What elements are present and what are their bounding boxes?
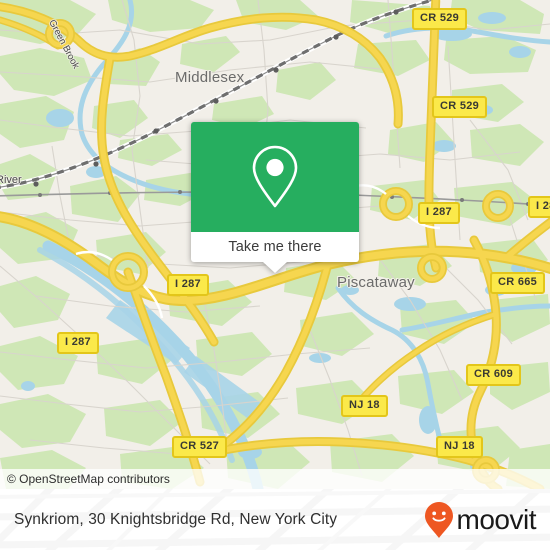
footer-content: Synkriom, 30 Knightsbridge Rd, New York … <box>0 489 550 550</box>
moovit-brand[interactable]: moovit <box>424 501 537 539</box>
map-screenshot: Middlesex Piscataway Green Brook River C… <box>0 0 550 550</box>
route-shield-i-287-left[interactable]: I 287 <box>57 332 99 354</box>
route-shield-nj-18-south[interactable]: NJ 18 <box>436 436 483 458</box>
route-shield-i-287-edge[interactable]: I 287 <box>528 196 550 218</box>
popup-tail <box>263 262 287 273</box>
map-canvas[interactable]: Middlesex Piscataway Green Brook River C… <box>0 0 550 489</box>
osm-attribution-text[interactable]: © OpenStreetMap contributors <box>0 472 170 486</box>
route-shield-cr-529-north[interactable]: CR 529 <box>412 8 468 30</box>
popup-footer[interactable]: Take me there <box>191 232 359 273</box>
moovit-wordmark: moovit <box>456 503 537 535</box>
footer-bar: Synkriom, 30 Knightsbridge Rd, New York … <box>0 489 550 550</box>
route-shield-cr-609[interactable]: CR 609 <box>466 364 522 386</box>
route-shield-cr-527[interactable]: CR 527 <box>172 436 228 458</box>
route-shield-i-287-right[interactable]: I 287 <box>418 202 460 224</box>
map-attribution-bar: © OpenStreetMap contributors <box>0 469 550 489</box>
take-me-there-button[interactable]: Take me there <box>228 239 321 255</box>
route-shield-cr-665[interactable]: CR 665 <box>490 272 546 294</box>
route-shield-nj-18-west[interactable]: NJ 18 <box>341 395 388 417</box>
popup-header <box>191 122 359 232</box>
moovit-smiley-pin-icon <box>424 501 453 538</box>
location-title: Synkriom, 30 Knightsbridge Rd, New York … <box>14 510 338 528</box>
route-shield-i-287-mid[interactable]: I 287 <box>167 274 209 296</box>
route-shield-cr-529-mid[interactable]: CR 529 <box>432 96 488 118</box>
map-pin-icon <box>252 145 298 208</box>
location-popup[interactable]: Take me there <box>191 122 359 273</box>
